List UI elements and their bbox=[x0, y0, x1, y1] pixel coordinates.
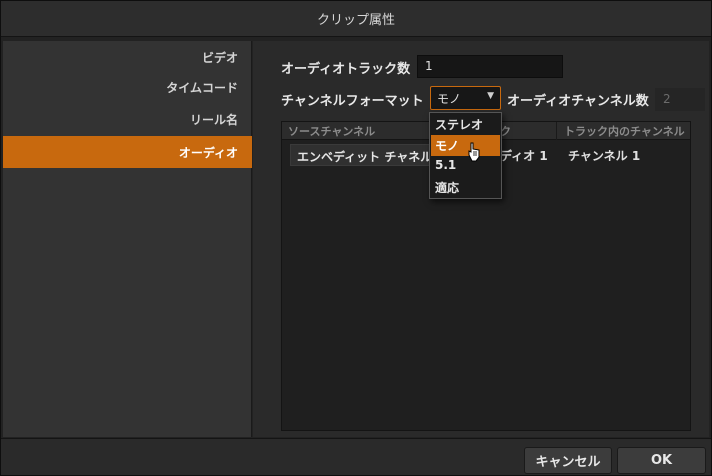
dropdown-option-mono[interactable]: モノ bbox=[431, 135, 500, 156]
sidebar: ビデオ タイムコード リール名 オーディオ bbox=[3, 41, 252, 437]
track-channel-cell: チャンネル 1 bbox=[568, 149, 641, 163]
column-header-track-channel: トラック内のチャンネル bbox=[564, 125, 685, 138]
clip-attributes-dialog: クリップ属性 ビデオ タイムコード リール名 オーディオ オーディオトラック数 … bbox=[0, 0, 712, 476]
dialog-title: クリップ属性 bbox=[316, 13, 395, 28]
sidebar-item-audio[interactable]: オーディオ bbox=[3, 136, 252, 168]
channel-format-dropdown-menu: ステレオ モノ 5.1 適応 bbox=[429, 112, 502, 199]
sidebar-item-reel-name[interactable]: リール名 bbox=[3, 103, 252, 135]
mouse-pointer-icon bbox=[468, 142, 480, 162]
channel-format-label: チャンネルフォーマット bbox=[281, 94, 424, 109]
column-header-source-channel: ソースチャンネル bbox=[288, 125, 376, 138]
chevron-down-icon: ▼ bbox=[487, 91, 494, 101]
cancel-button[interactable]: キャンセル bbox=[524, 447, 612, 474]
sidebar-item-video[interactable]: ビデオ bbox=[3, 41, 252, 73]
track-count-label: オーディオトラック数 bbox=[281, 62, 411, 77]
channel-count-label: オーディオチャンネル数 bbox=[507, 94, 649, 109]
audio-settings-panel: オーディオトラック数 1 チャンネルフォーマット モノ ▼ オーディオチャンネル… bbox=[253, 41, 709, 437]
sidebar-item-timecode[interactable]: タイムコード bbox=[3, 71, 252, 103]
dropdown-option-adaptive[interactable]: 適応 bbox=[431, 177, 500, 198]
sidebar-item-label: リール名 bbox=[189, 112, 238, 127]
column-divider bbox=[556, 122, 557, 140]
dialog-footer: キャンセル OK bbox=[1, 438, 711, 475]
title-bar: クリップ属性 bbox=[1, 1, 711, 37]
sidebar-item-label: オーディオ bbox=[178, 145, 238, 160]
channel-count-field[interactable]: 2 bbox=[655, 88, 705, 111]
track-cell: ディオ 1 bbox=[500, 149, 548, 163]
ok-button[interactable]: OK bbox=[617, 447, 706, 474]
channel-format-select[interactable]: モノ ▼ bbox=[430, 86, 501, 110]
channel-format-value: モノ bbox=[437, 92, 462, 106]
dropdown-option-stereo[interactable]: ステレオ bbox=[431, 114, 500, 135]
sidebar-item-label: タイムコード bbox=[166, 80, 238, 95]
track-count-field[interactable]: 1 bbox=[417, 55, 563, 78]
sidebar-item-label: ビデオ bbox=[201, 50, 238, 65]
dropdown-option-5-1[interactable]: 5.1 bbox=[431, 156, 500, 177]
